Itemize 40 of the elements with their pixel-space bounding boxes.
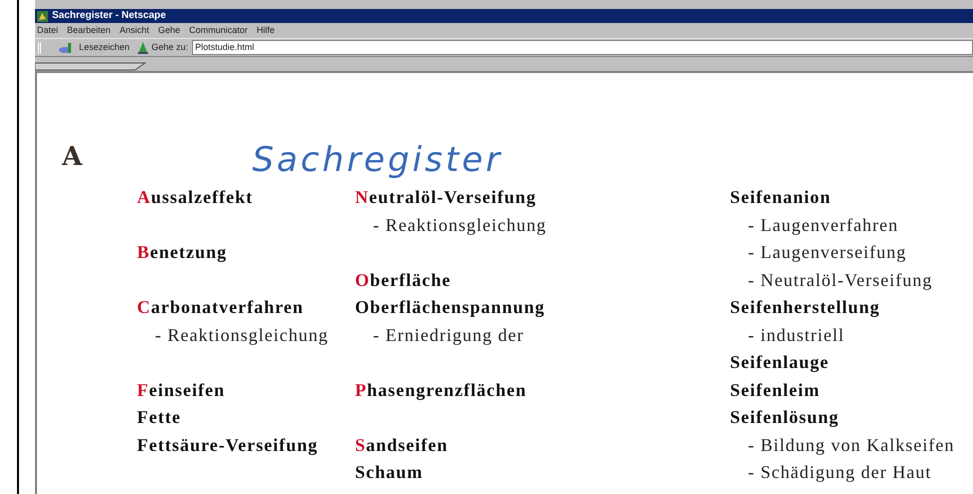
- index-entry[interactable]: Neutralöl-Verseifung: [355, 184, 536, 212]
- index-entry[interactable]: Fettsäure-Verseifung: [137, 432, 318, 459]
- letter-logo: A: [62, 144, 82, 170]
- index-entry[interactable]: Carbonatverfahren: [137, 294, 304, 322]
- index-entry[interactable]: Seifenlösung: [730, 404, 840, 432]
- app-icon: [37, 10, 48, 22]
- menu-item[interactable]: Hilfe: [256, 26, 275, 35]
- bookmarks-button[interactable]: Lesezeichen: [79, 43, 130, 52]
- menu-item[interactable]: Bearbeiten: [67, 26, 111, 35]
- page-heading: Sachregister: [252, 143, 503, 177]
- index-subentry[interactable]: - Laugenverfahren: [730, 212, 898, 239]
- index-entry[interactable]: Schaum: [355, 459, 424, 486]
- menu-item[interactable]: Datei: [37, 26, 58, 35]
- index-entry[interactable]: Sandseifen: [355, 432, 448, 459]
- index-entry[interactable]: Oberflächenspannung: [355, 294, 546, 322]
- index-subentry[interactable]: - Reaktionsgleichung: [355, 212, 546, 239]
- index-subentry[interactable]: - Reaktionsgleichung: [137, 322, 328, 349]
- index-entry[interactable]: Seifenlauge: [730, 349, 829, 376]
- index-entry[interactable]: Fette: [137, 404, 181, 432]
- index-subentry[interactable]: - Neutralöl-Verseifung: [730, 266, 932, 294]
- menu-item[interactable]: Ansicht: [120, 26, 150, 35]
- index-subentry[interactable]: - Erniedrigung der: [355, 322, 524, 349]
- location-icon: [138, 42, 148, 54]
- goto-label: Gehe zu:: [152, 43, 188, 52]
- window-title: Sachregister - Netscape: [52, 11, 166, 21]
- index-entry[interactable]: Aussalzeffekt: [137, 184, 253, 212]
- menu-item[interactable]: Communicator: [189, 26, 248, 35]
- index-subentry[interactable]: - Laugenverseifung: [730, 239, 906, 266]
- index-entry[interactable]: Seifenherstellung: [730, 294, 880, 322]
- index-entry[interactable]: Seifenleim: [730, 376, 820, 404]
- menu-item[interactable]: Gehe: [158, 26, 180, 35]
- index-entry[interactable]: Phasengrenzflächen: [355, 376, 527, 404]
- index-entry[interactable]: Seifenanion: [730, 184, 832, 212]
- index-subentry[interactable]: - industriell: [730, 322, 844, 349]
- index-subentry[interactable]: - Schädigung der Haut: [730, 459, 932, 486]
- index-entry[interactable]: Feinseifen: [137, 376, 225, 404]
- index-entry[interactable]: Oberfläche: [355, 266, 451, 294]
- url-field[interactable]: Plotstudie.html: [192, 40, 973, 55]
- index-subentry[interactable]: - Bildung von Kalkseifen: [730, 432, 954, 459]
- index-entry[interactable]: Benetzung: [137, 239, 228, 266]
